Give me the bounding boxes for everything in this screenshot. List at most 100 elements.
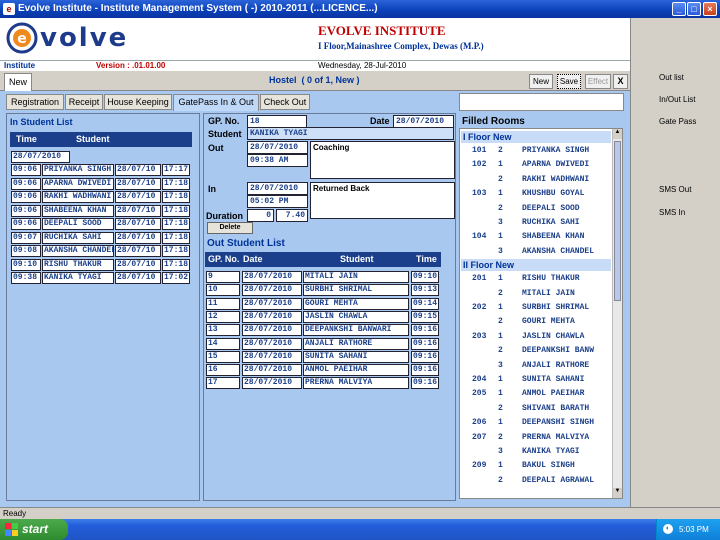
out-row-student[interactable]: JASLIN CHAWLA	[303, 310, 409, 323]
out-row-date[interactable]: 28/07/2010	[242, 297, 302, 310]
in-row-time[interactable]: 09:06	[11, 218, 41, 230]
in-row-time2[interactable]: 17:02	[162, 272, 190, 284]
out-row-gp[interactable]: 11	[206, 297, 240, 310]
in-row-time2[interactable]: 17:18	[162, 191, 190, 203]
scroll-thumb[interactable]	[614, 141, 621, 301]
room-row[interactable]: 102 1 APARNA DWIVEDI	[460, 158, 610, 172]
in-row-time[interactable]: 09:07	[11, 231, 41, 244]
in-row-date[interactable]: 28/07/10	[115, 204, 161, 217]
room-row[interactable]: 3 KANIKA TYAGI	[460, 445, 610, 459]
out-row-time[interactable]: 09:16	[411, 377, 439, 390]
in-row-student[interactable]: RISHU THAKUR	[42, 258, 114, 271]
room-row[interactable]: 104 1 SHABEENA KHAN	[460, 230, 610, 244]
sidebar-item-out-list[interactable]: Out list	[659, 73, 684, 82]
in-row-student[interactable]: RUCHIKA SAHI	[42, 231, 114, 244]
room-row[interactable]: 2 DEEPALI AGRAWAL	[460, 474, 610, 488]
in-row-time[interactable]: 09:06	[11, 191, 41, 203]
tab-registration[interactable]: Registration	[6, 94, 64, 110]
scroll-down-icon[interactable]: ▼	[613, 488, 622, 498]
in-row-time2[interactable]: 17:18	[162, 177, 190, 190]
in-row-time[interactable]: 09:06	[11, 177, 41, 190]
out-row-gp[interactable]: 16	[206, 364, 240, 377]
out-row-date[interactable]: 28/07/2010	[242, 284, 302, 297]
in-row-student[interactable]: AKANSHA CHANDEL	[42, 245, 114, 257]
out-row-gp[interactable]: 15	[206, 350, 240, 363]
tray-icon[interactable]: ◐	[663, 524, 673, 534]
in-row-time2[interactable]: 17:18	[162, 231, 190, 244]
duration-hours-field[interactable]: 7.40	[276, 209, 308, 222]
room-row[interactable]: 2 DEEPANKSHI BANW	[460, 344, 610, 358]
in-row-time2[interactable]: 17:18	[162, 245, 190, 257]
out-row-gp[interactable]: 10	[206, 284, 240, 297]
out-row-gp[interactable]: 14	[206, 337, 240, 350]
out-row-date[interactable]: 28/07/2010	[242, 364, 302, 377]
out-row-gp[interactable]: 12	[206, 310, 240, 323]
room-row[interactable]: 2 GOURI MEHTA	[460, 315, 610, 329]
delete-button[interactable]: Delete	[207, 222, 253, 234]
in-row-date[interactable]: 28/07/10	[115, 272, 161, 284]
in-row-date[interactable]: 28/07/10	[115, 164, 161, 176]
room-row[interactable]: 101 2 PRIYANKA SINGH	[460, 144, 610, 158]
out-row-time[interactable]: 09:16	[411, 364, 439, 377]
close-window-button[interactable]: ×	[703, 2, 717, 16]
sidebar-item-in-out-list[interactable]: In/Out List	[659, 95, 695, 104]
out-row-student[interactable]: GOURI MEHTA	[303, 297, 409, 310]
in-row-time2[interactable]: 17:18	[162, 204, 190, 217]
in-row-date[interactable]: 28/07/10	[115, 177, 161, 190]
new-button[interactable]: New	[529, 74, 553, 89]
search-field[interactable]	[459, 93, 624, 111]
out-row-date[interactable]: 28/07/2010	[242, 271, 302, 283]
tab-receipt[interactable]: Receipt	[65, 94, 103, 110]
out-reason-field[interactable]: Coaching	[310, 141, 455, 179]
in-row-time[interactable]: 09:06	[11, 204, 41, 217]
in-row-date[interactable]: 28/07/10	[115, 245, 161, 257]
out-row-time[interactable]: 09:10	[411, 271, 439, 283]
out-row-gp[interactable]: 13	[206, 324, 240, 337]
out-row-date[interactable]: 28/07/2010	[242, 324, 302, 337]
room-row[interactable]: 202 1 SURBHI SHRIMAL	[460, 301, 610, 315]
out-row-student[interactable]: ANJALI RATHORE	[303, 337, 409, 350]
in-row-time[interactable]: 09:08	[11, 245, 41, 257]
out-date-field[interactable]: 28/07/2010	[247, 141, 308, 154]
close-form-button[interactable]: X	[613, 74, 628, 89]
out-row-student[interactable]: ANMOL PAEIHAR	[303, 364, 409, 377]
sidebar-item-sms-in[interactable]: SMS In	[659, 208, 685, 217]
in-row-time[interactable]: 09:10	[11, 258, 41, 271]
out-row-time[interactable]: 09:16	[411, 324, 439, 337]
sidebar-item-gate-pass[interactable]: Gate Pass	[659, 117, 696, 126]
room-row[interactable]: 2 DEEPALI SOOD	[460, 202, 610, 216]
minimize-button[interactable]: _	[672, 2, 686, 16]
room-row[interactable]: 204 1 SUNITA SAHANI	[460, 373, 610, 387]
in-row-time2[interactable]: 17:18	[162, 258, 190, 271]
in-reason-field[interactable]: Returned Back	[310, 182, 455, 219]
sidebar-item-sms-out[interactable]: SMS Out	[659, 185, 691, 194]
maximize-button[interactable]: □	[687, 2, 701, 16]
room-row[interactable]: 201 1 RISHU THAKUR	[460, 272, 610, 286]
in-row-student[interactable]: PRIYANKA SINGH	[42, 164, 114, 176]
room-row[interactable]: 3 ANJALI RATHORE	[460, 359, 610, 373]
room-row[interactable]: 2 MITALI JAIN	[460, 287, 610, 301]
in-row-time[interactable]: 09:06	[11, 164, 41, 176]
in-row-student[interactable]: APARNA DWIVEDI	[42, 177, 114, 190]
out-row-gp[interactable]: 17	[206, 377, 240, 390]
in-row-time[interactable]: 09:38	[11, 272, 41, 284]
out-row-student[interactable]: PRERNA MALVIYA	[303, 377, 409, 390]
in-time-field[interactable]: 05:02 PM	[247, 195, 308, 208]
out-row-time[interactable]: 09:16	[411, 337, 439, 350]
out-row-date[interactable]: 28/07/2010	[242, 350, 302, 363]
room-row[interactable]: 103 1 KHUSHBU GOYAL	[460, 187, 610, 201]
in-row-student[interactable]: RAKHI WADHWANI	[42, 191, 114, 203]
in-row-student[interactable]: KANIKA TYAGI	[42, 272, 114, 284]
scroll-up-icon[interactable]: ▲	[613, 129, 622, 139]
tab-house-keeping[interactable]: House Keeping	[104, 94, 172, 110]
tab-check-out[interactable]: Check Out	[260, 94, 310, 110]
rooms-scrollbar[interactable]: ▲ ▼	[612, 129, 622, 498]
out-row-gp[interactable]: 9	[206, 271, 240, 283]
out-row-date[interactable]: 28/07/2010	[242, 310, 302, 323]
in-row-date[interactable]: 28/07/10	[115, 231, 161, 244]
out-row-student[interactable]: SUNITA SAHANI	[303, 350, 409, 363]
room-row[interactable]: 205 1 ANMOL PAEIHAR	[460, 387, 610, 401]
room-row[interactable]: 209 1 BAKUL SINGH	[460, 459, 610, 473]
start-button[interactable]: start	[0, 519, 68, 540]
out-row-time[interactable]: 09:14	[411, 297, 439, 310]
